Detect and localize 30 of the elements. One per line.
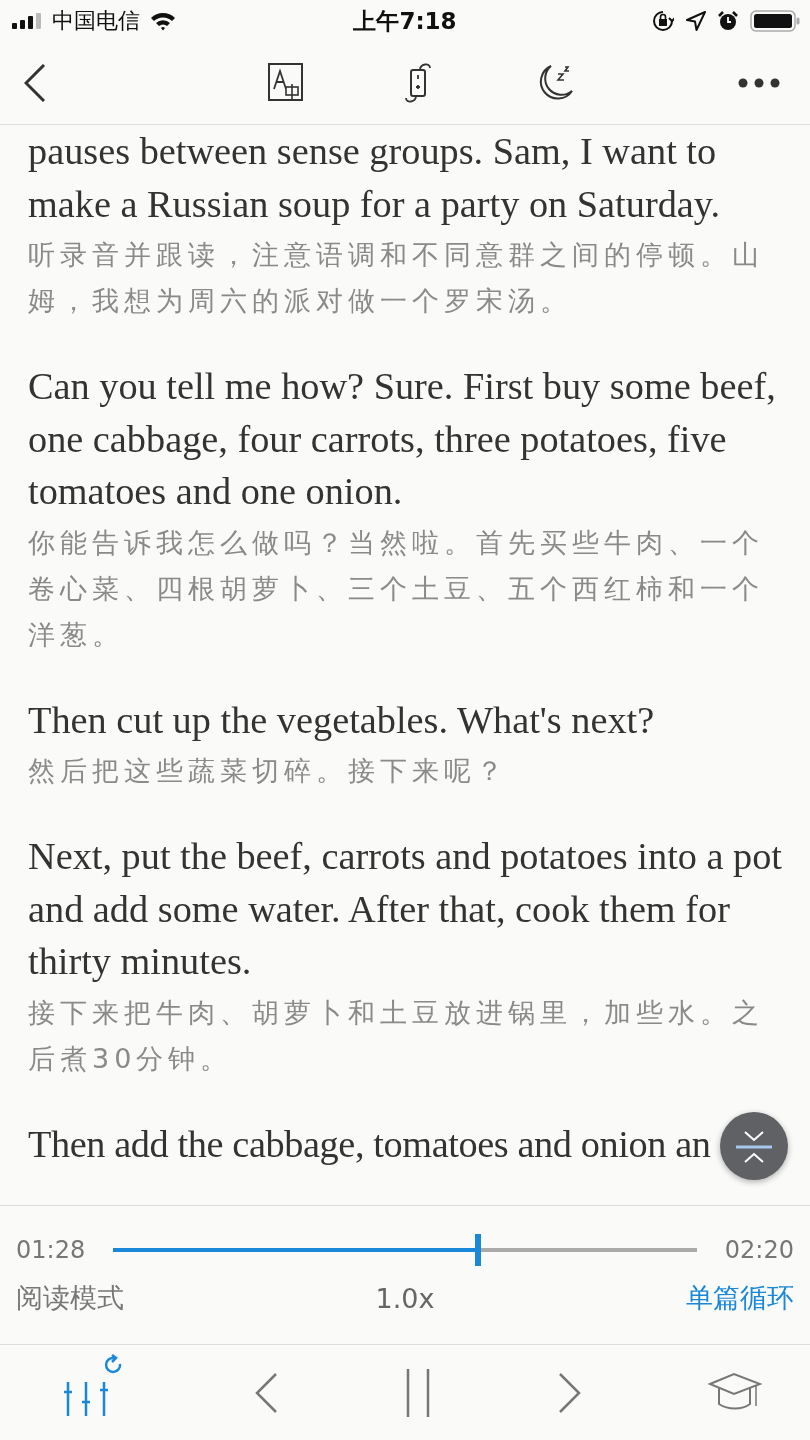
english-text: Then add the cabbage, tomatoes and onion an [28,1121,711,1167]
chinese-translation: 接下来把牛肉、胡萝卜和土豆放进锅里，加些水。之后煮30分钟。 [28,995,765,1076]
phone-shake-icon[interactable] [404,61,434,105]
elapsed-time: 01:28 [16,1236,86,1264]
previous-button[interactable] [254,1372,278,1413]
loop-mode-button[interactable]: 单篇循环 [686,1280,794,1316]
translate-icon[interactable] [268,63,304,103]
more-button[interactable] [738,78,780,88]
english-text: Then cut up the vegetables. What's next? [28,697,656,743]
rotation-lock-icon [652,10,674,32]
english-text: pauses between sense groups. Sam, I want to make a Russian soup for a party on Saturday. [28,129,722,227]
carrier-name: 中国电信 [52,7,140,35]
chinese-translation: 然后把这些蔬菜切碎。接下来呢？ [28,754,509,788]
speed-button[interactable]: 1.0x [375,1282,435,1314]
location-icon [686,11,706,31]
back-button[interactable] [24,64,46,102]
clock-time: 上午7:18 [353,6,457,36]
total-time: 02:20 [724,1236,794,1264]
wifi-icon [150,11,176,31]
signal-icon [12,13,42,29]
alarm-icon [718,11,738,31]
chinese-translation: 你能告诉我怎么做吗？当然啦。首先买些牛肉、一个卷心菜、四根胡萝卜、三个土豆、五个西红柿和一个洋葱。 [28,525,765,652]
chinese-translation: 听录音并跟读，注意语调和不同意群之间的停顿。山姆，我想为周六的派对做一个罗宋汤。 [28,238,765,318]
reading-mode-button[interactable]: 阅读模式 [16,1280,124,1316]
english-text: Next, put the beef, carrots and potatoes into a pot and add some water. After that, cook them for thirty minutes. [28,834,782,984]
pause-button[interactable] [404,1368,432,1417]
next-button[interactable] [558,1372,582,1413]
battery-icon [750,10,800,32]
english-text: Can you tell me how? Sure. First buy some beef, one cabbage, four carrots, three potatoes, five tomatoes and one onion. [28,364,777,514]
collapse-button[interactable] [720,1112,788,1180]
